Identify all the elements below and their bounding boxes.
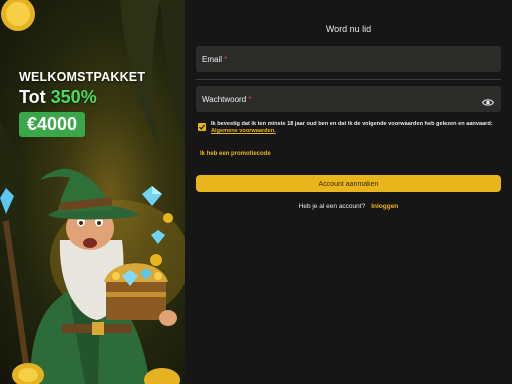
diamond-icon: [142, 186, 162, 206]
signup-form: Word nu lid Email * Wachtwoord * Ik beve…: [185, 0, 512, 384]
login-prompt: Heb je al een account? Inloggen: [185, 203, 512, 210]
login-link[interactable]: Inloggen: [371, 203, 398, 210]
promo-amount-badge: €4000: [19, 112, 86, 137]
terms-link[interactable]: Algemene voorwaarden.: [211, 128, 276, 134]
promo-text-block: WELKOMSTPAKKET Tot 350% €4000: [19, 70, 145, 137]
age-consent-checkbox[interactable]: [198, 123, 206, 131]
eye-icon[interactable]: [481, 94, 495, 112]
email-field[interactable]: Email *: [196, 46, 501, 72]
field-divider: [196, 79, 501, 80]
email-label: Email *: [202, 55, 228, 64]
promo-code-link[interactable]: Ik heb een promotiecode: [200, 151, 271, 157]
required-mark: *: [224, 55, 228, 64]
form-title: Word nu lid: [325, 24, 372, 34]
treasure-chest-icon: [104, 263, 168, 320]
coin-icon: [1, 0, 35, 31]
required-mark: *: [248, 95, 252, 104]
consent-text: Ik bevestig dat ik ten minste 18 jaar ou…: [211, 121, 493, 134]
promo-percent-prefix: Tot: [19, 87, 51, 107]
create-account-button[interactable]: Account aanmaken: [196, 175, 501, 192]
checkmark-icon: [199, 124, 206, 130]
welcome-promo-banner: WELKOMSTPAKKET Tot 350% €4000: [0, 0, 185, 384]
password-label: Wachtwoord *: [202, 95, 252, 104]
password-field[interactable]: Wachtwoord *: [196, 86, 501, 112]
promo-percent: 350%: [50, 87, 97, 107]
signup-modal: WELKOMSTPAKKET Tot 350% €4000 Word nu li…: [0, 0, 512, 384]
promo-percent-line: Tot 350%: [19, 87, 145, 108]
have-account-text: Heb je al een account?: [298, 203, 366, 210]
wizard-illustration: [0, 0, 185, 384]
promo-title: WELKOMSTPAKKET: [19, 70, 146, 84]
